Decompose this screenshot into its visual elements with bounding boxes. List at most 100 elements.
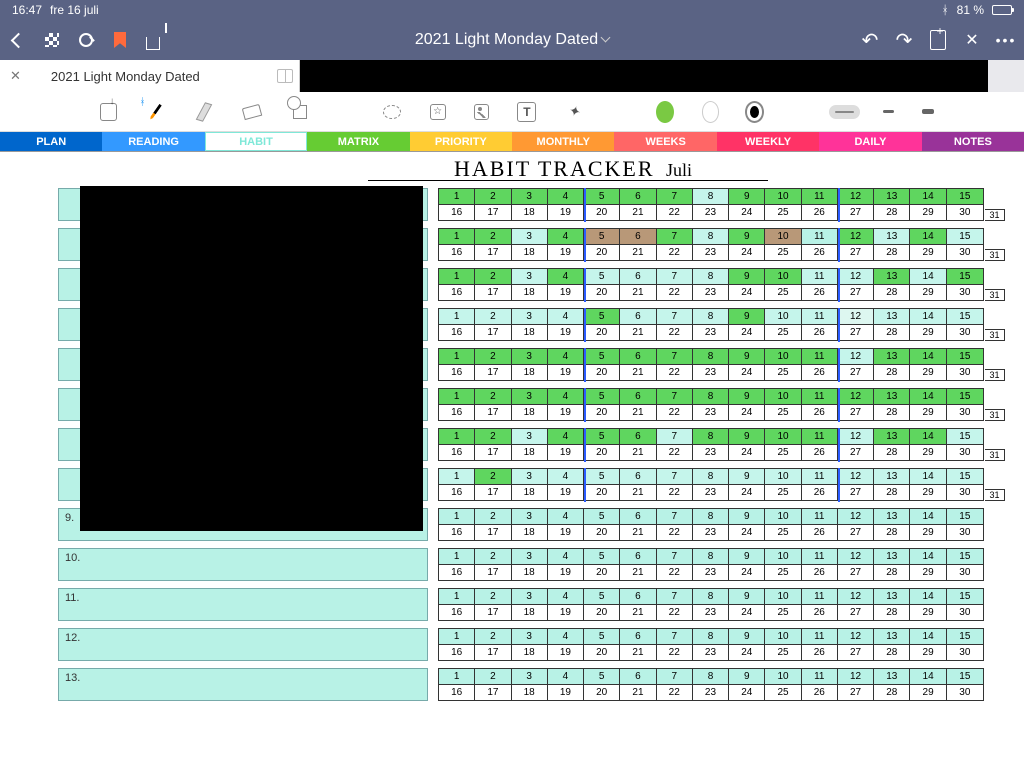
day-cell[interactable]: 28	[874, 645, 910, 661]
day-cell[interactable]: 29	[910, 245, 946, 261]
day-cell[interactable]: 18	[512, 605, 548, 621]
day-cell[interactable]: 7	[657, 349, 693, 365]
habit-day-grid[interactable]: 1234567891011121314151617181920212223242…	[438, 268, 984, 301]
day-cell[interactable]: 21	[620, 365, 656, 381]
day-cell[interactable]: 22	[657, 485, 693, 501]
day-cell[interactable]: 26	[802, 405, 838, 421]
day-cell[interactable]: 14	[910, 629, 946, 645]
day-cell[interactable]: 30	[947, 325, 983, 341]
day-31-tag[interactable]: 31	[985, 489, 1005, 501]
lasso-tool-icon[interactable]	[381, 99, 401, 125]
day-cell[interactable]: 16	[439, 365, 475, 381]
doc-title-dropdown[interactable]: 2021 Light Monday Dated	[415, 31, 609, 49]
day-cell[interactable]: 1	[439, 629, 475, 645]
day-cell[interactable]: 12	[838, 429, 874, 445]
day-cell[interactable]: 30	[947, 485, 983, 501]
day-cell[interactable]: 7	[657, 269, 693, 285]
day-cell[interactable]: 11	[802, 549, 838, 565]
day-cell[interactable]: 15	[947, 229, 983, 245]
document-tab[interactable]: ✕ 2021 Light Monday Dated	[0, 60, 300, 92]
day-cell[interactable]: 6	[620, 349, 656, 365]
day-cell[interactable]: 23	[693, 365, 729, 381]
day-cell[interactable]: 22	[657, 285, 693, 301]
day-cell[interactable]: 6	[620, 389, 656, 405]
day-cell[interactable]: 23	[693, 605, 729, 621]
day-cell[interactable]: 28	[874, 365, 910, 381]
day-cell[interactable]: 14	[910, 469, 946, 485]
day-cell[interactable]: 27	[838, 485, 874, 501]
habit-day-grid[interactable]: 1234567891011121314151617181920212223242…	[438, 388, 984, 421]
day-cell[interactable]: 1	[439, 549, 475, 565]
habit-day-grid[interactable]: 1234567891011121314151617181920212223242…	[438, 228, 984, 261]
day-cell[interactable]: 17	[475, 245, 511, 261]
day-cell[interactable]: 20	[584, 285, 620, 301]
day-cell[interactable]: 21	[620, 525, 656, 541]
day-cell[interactable]: 11	[802, 509, 838, 525]
day-cell[interactable]: 24	[729, 285, 765, 301]
day-cell[interactable]: 29	[910, 605, 946, 621]
day-cell[interactable]: 1	[439, 229, 475, 245]
day-cell[interactable]: 30	[947, 205, 983, 221]
day-cell[interactable]: 23	[693, 285, 729, 301]
day-cell[interactable]: 26	[802, 245, 838, 261]
day-cell[interactable]: 11	[802, 349, 838, 365]
day-cell[interactable]: 19	[548, 245, 584, 261]
tab-matrix[interactable]: MATRIX	[307, 132, 409, 151]
day-cell[interactable]: 9	[729, 389, 765, 405]
day-cell[interactable]: 7	[657, 589, 693, 605]
day-cell[interactable]: 4	[548, 629, 584, 645]
day-cell[interactable]: 12	[838, 309, 874, 325]
day-cell[interactable]: 8	[693, 309, 729, 325]
day-cell[interactable]: 18	[512, 445, 548, 461]
day-cell[interactable]: 5	[584, 189, 620, 205]
day-cell[interactable]: 17	[475, 645, 511, 661]
day-cell[interactable]: 27	[838, 685, 874, 701]
day-cell[interactable]: 9	[729, 189, 765, 205]
day-cell[interactable]: 20	[584, 325, 620, 341]
day-cell[interactable]: 30	[947, 685, 983, 701]
habit-label[interactable]: 10.	[58, 548, 428, 581]
day-cell[interactable]: 26	[802, 485, 838, 501]
stroke-width-thin[interactable]	[883, 110, 894, 113]
day-cell[interactable]: 10	[765, 389, 801, 405]
day-cell[interactable]: 30	[947, 525, 983, 541]
day-cell[interactable]: 20	[584, 405, 620, 421]
redo-icon[interactable]	[894, 30, 914, 50]
day-cell[interactable]: 21	[620, 645, 656, 661]
favorites-tool-icon[interactable]: ☆	[430, 104, 446, 120]
day-cell[interactable]: 26	[802, 285, 838, 301]
day-cell[interactable]: 25	[765, 605, 801, 621]
day-cell[interactable]: 7	[657, 509, 693, 525]
day-cell[interactable]: 9	[729, 509, 765, 525]
day-cell[interactable]: 13	[874, 429, 910, 445]
day-cell[interactable]: 5	[584, 429, 620, 445]
day-cell[interactable]: 30	[947, 605, 983, 621]
day-cell[interactable]: 16	[439, 405, 475, 421]
day-cell[interactable]: 9	[729, 269, 765, 285]
habit-day-grid[interactable]: 1234567891011121314151617181920212223242…	[438, 668, 984, 701]
day-cell[interactable]: 6	[620, 429, 656, 445]
day-cell[interactable]: 5	[584, 269, 620, 285]
day-cell[interactable]: 23	[693, 245, 729, 261]
day-cell[interactable]: 7	[657, 189, 693, 205]
day-cell[interactable]: 27	[838, 405, 874, 421]
day-cell[interactable]: 10	[765, 509, 801, 525]
day-cell[interactable]: 14	[910, 389, 946, 405]
day-31-tag[interactable]: 31	[985, 329, 1005, 341]
day-cell[interactable]: 19	[548, 365, 584, 381]
habit-day-grid[interactable]: 1234567891011121314151617181920212223242…	[438, 348, 984, 381]
day-cell[interactable]: 24	[729, 205, 765, 221]
day-cell[interactable]: 19	[548, 525, 584, 541]
day-cell[interactable]: 28	[874, 565, 910, 581]
day-cell[interactable]: 15	[947, 349, 983, 365]
day-cell[interactable]: 23	[693, 525, 729, 541]
day-cell[interactable]: 8	[693, 589, 729, 605]
pen-tool-icon[interactable]: ᚼ	[145, 99, 165, 125]
tab-priority[interactable]: PRIORITY	[410, 132, 512, 151]
day-cell[interactable]: 1	[439, 669, 475, 685]
day-cell[interactable]: 10	[765, 229, 801, 245]
day-cell[interactable]: 6	[620, 189, 656, 205]
day-cell[interactable]: 9	[729, 469, 765, 485]
habit-label[interactable]: 13.	[58, 668, 428, 701]
day-cell[interactable]: 25	[765, 285, 801, 301]
